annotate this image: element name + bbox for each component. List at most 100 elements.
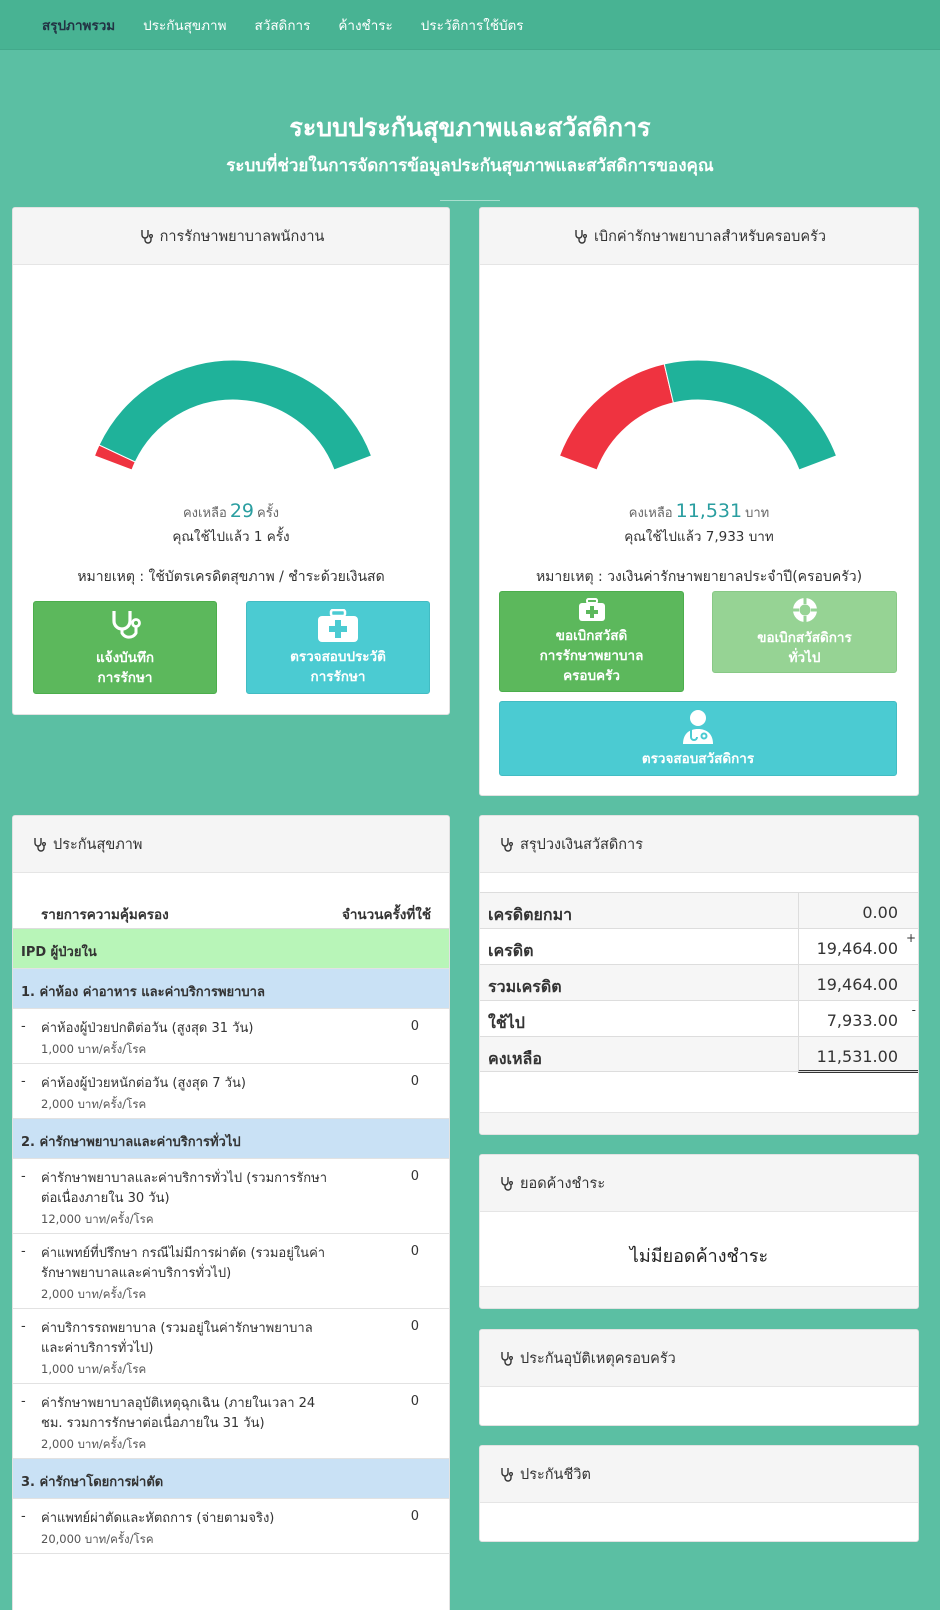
doctor-icon xyxy=(683,709,713,744)
family-claim-button[interactable]: ขอเบิกสวัสดิ การรักษาพยาบาล ครอบครัว xyxy=(499,591,684,692)
welfare-summary-table: เครดิตยกมา 0.00 เครดิต 19,464.00 + รวมเคร… xyxy=(480,892,918,1073)
button-label: ตรวจสอบสวัสดิการ xyxy=(641,750,755,767)
button-label-line2: ทั่วไป xyxy=(788,650,821,666)
coverage-table-header: รายการความคุ้มครอง จำนวนครั้งที่ใช้ xyxy=(13,889,449,929)
employee-gauge xyxy=(93,359,373,471)
button-label-line1: ขอเบิกสวัสดิการ xyxy=(757,630,852,646)
section-row: 3. ค่ารักษาโดยการผ่าตัด xyxy=(13,1459,449,1499)
coverage-row: - ค่าห้องผู้ป่วยหนักต่อวัน (สูงสุด 7 วัน… xyxy=(13,1064,449,1119)
gauge-remain-arc xyxy=(98,359,373,471)
stethoscope-icon xyxy=(140,230,153,244)
row-dash: - xyxy=(21,1019,26,1034)
coverage-limit: 2,000 บาท/ครั้ง/โรค xyxy=(41,1097,147,1111)
summary-row-total-credit: รวมเครดิต 19,464.00 xyxy=(480,964,918,1001)
record-treatment-button[interactable]: แจ้งบันทึก การรักษา xyxy=(33,601,217,694)
usage-count: 0 xyxy=(410,1074,419,1089)
family-gauge xyxy=(558,359,838,471)
row-dash: - xyxy=(21,1394,26,1409)
coverage-row: - ค่ารักษาพยาบาลและค่าบริการทั่วไป (รวมก… xyxy=(13,1159,449,1234)
coverage-row: - ค่าบริการรถพยาบาล (รวมอยู่ในค่ารักษาพย… xyxy=(13,1309,449,1384)
summary-row-brought-forward: เครดิตยกมา 0.00 xyxy=(480,892,918,929)
panel-title: เบิกค่ารักษาพยาบาลสำหรับครอบครัว xyxy=(593,228,827,245)
top-navbar: สรุปภาพรวม ประกันสุขภาพ สวัสดิการ ค้างชำ… xyxy=(0,0,940,50)
panel-title: สรุปวงเงินสวัสดิการ xyxy=(520,836,643,853)
row-value-cell: 11,531.00 xyxy=(798,1037,918,1073)
panel-title: ประกันชีวิต xyxy=(520,1466,591,1483)
first-aid-kit-icon xyxy=(318,608,358,642)
button-label-line3: ครอบครัว xyxy=(563,667,620,684)
usage-count: 0 xyxy=(410,1509,419,1524)
column-header-coverage: รายการความคุ้มครอง xyxy=(41,907,169,923)
nav-item-welfare[interactable]: สวัสดิการ xyxy=(255,14,311,36)
nav-item-overview[interactable]: สรุปภาพรวม xyxy=(42,14,115,36)
page-title: ระบบประกันสุขภาพและสวัสดิการ xyxy=(289,113,651,142)
coverage-limit: 2,000 บาท/ครั้ง/โรค xyxy=(41,1437,147,1451)
panel-header: ประกันสุขภาพ xyxy=(13,816,449,873)
remaining-unit: บาท xyxy=(745,506,770,521)
row-value-cell: 19,464.00 + xyxy=(798,929,918,965)
stethoscope-icon xyxy=(501,838,514,852)
budget-note: หมายเหตุ : วงเงินค่ารักษาพยายาลประจำปี(ค… xyxy=(535,569,863,585)
section-row: 1. ค่าห้อง ค่าอาหาร และค่าบริการพยาบาล xyxy=(13,969,449,1009)
check-welfare-button[interactable]: ตรวจสอบสวัสดิการ xyxy=(499,701,897,776)
minus-sign: - xyxy=(911,1003,916,1017)
check-treatment-history-button[interactable]: ตรวจสอบประวัติ การรักษา xyxy=(246,601,430,694)
panel-header: ประกันชีวิต xyxy=(480,1446,918,1503)
payment-note: หมายเหตุ : ใช้บัตรเครดิตสุขภาพ / ชำระด้ว… xyxy=(77,569,385,585)
row-label: เครดิต xyxy=(488,941,534,960)
coverage-name: ค่ารักษาพยาบาลอุบัติเหตุฉุกเฉิน (ภายในเว… xyxy=(41,1396,316,1431)
usage-count: 0 xyxy=(410,1244,419,1259)
nav-item-health-insurance[interactable]: ประกันสุขภาพ xyxy=(143,14,226,36)
panel-header: ยอดค้างชำระ xyxy=(480,1155,918,1212)
coverage-name: ค่าห้องผู้ป่วยหนักต่อวัน (สูงสุด 7 วัน) xyxy=(41,1076,246,1091)
remaining-value: 11,531 xyxy=(675,500,743,522)
row-dash: - xyxy=(21,1319,26,1334)
panel-header: การรักษาพยาบาลพนักงาน xyxy=(13,208,449,265)
coverage-limit: 12,000 บาท/ครั้ง/โรค xyxy=(41,1212,154,1226)
usage-count: 0 xyxy=(410,1319,419,1334)
employee-treatment-panel: การรักษาพยาบาลพนักงาน คงเหลือ 29 ครั้ง คุณ… xyxy=(12,207,450,715)
remaining-label: คงเหลือ xyxy=(628,506,673,521)
panel-title: ประกันสุขภาพ xyxy=(53,836,143,853)
panel-header: เบิกค่ารักษาพยาบาลสำหรับครอบครัว xyxy=(480,208,918,265)
stethoscope-icon xyxy=(501,1352,514,1366)
button-label-line2: การรักษา xyxy=(310,668,366,685)
plus-sign: + xyxy=(905,931,916,945)
panel-header: ประกันอุบัติเหตุครอบครัว xyxy=(480,1330,918,1387)
row-value: 19,464.00 xyxy=(816,975,898,994)
row-dash: - xyxy=(21,1244,26,1259)
section-row: 2. ค่ารักษาพยาบาลและค่าบริการทั่วไป xyxy=(13,1119,449,1159)
nav-item-outstanding[interactable]: ค้างชำระ xyxy=(338,14,392,36)
family-treatment-panel: เบิกค่ารักษาพยาบาลสำหรับครอบครัว คงเหลือ… xyxy=(479,207,919,796)
panel-header: สรุปวงเงินสวัสดิการ xyxy=(480,816,918,873)
panel-title: ยอดค้างชำระ xyxy=(520,1175,606,1192)
button-label-line2: การรักษา xyxy=(97,669,153,686)
remaining-unit: ครั้ง xyxy=(257,506,280,521)
nav-item-card-history[interactable]: ประวัติการใช้บัตร xyxy=(421,14,524,36)
remaining-label: คงเหลือ xyxy=(182,506,227,521)
hero-divider xyxy=(440,200,500,201)
row-label: คงเหลือ xyxy=(488,1049,542,1068)
family-accident-insurance-panel: ประกันอุบัติเหตุครอบครัว xyxy=(479,1329,919,1426)
coverage-row: - ค่าแพทย์ที่ปรึกษา กรณีไม่มีการผ่าตัด (… xyxy=(13,1234,449,1309)
coverage-limit: 2,000 บาท/ครั้ง/โรค xyxy=(41,1287,147,1301)
coverage-name: ค่าแพทย์ที่ปรึกษา กรณีไม่มีการผ่าตัด (รว… xyxy=(41,1246,326,1281)
stethoscope-icon xyxy=(112,610,141,639)
no-outstanding-message: ไม่มียอดค้างชำระ xyxy=(629,1246,769,1267)
button-label-line2: การรักษาพยาบาล xyxy=(539,647,644,664)
row-dash: - xyxy=(21,1169,26,1184)
gauge-used-arc xyxy=(558,363,674,471)
coverage-name: ค่าบริการรถพยาบาล (รวมอยู่ในค่ารักษาพยาบ… xyxy=(41,1321,313,1356)
panel-title: ประกันอุบัติเหตุครอบครัว xyxy=(520,1350,676,1367)
button-label-line1: แจ้งบันทึก xyxy=(95,649,155,666)
outstanding-panel: ยอดค้างชำระ ไม่มียอดค้างชำระ xyxy=(479,1154,919,1309)
row-value: 0.00 xyxy=(862,903,898,922)
coverage-row: - ค่ารักษาพยาบาลอุบัติเหตุฉุกเฉิน (ภายใน… xyxy=(13,1384,449,1459)
lifebuoy-icon xyxy=(792,598,817,622)
usage-count: 0 xyxy=(410,1169,419,1184)
health-insurance-panel: ประกันสุขภาพ รายการความคุ้มครอง จำนวนครั… xyxy=(12,815,450,1610)
panel-footer xyxy=(480,1286,918,1308)
coverage-limit: 1,000 บาท/ครั้ง/โรค xyxy=(41,1362,147,1376)
stethoscope-icon xyxy=(501,1177,514,1191)
general-welfare-claim-button[interactable]: ขอเบิกสวัสดิการ ทั่วไป xyxy=(712,591,897,673)
